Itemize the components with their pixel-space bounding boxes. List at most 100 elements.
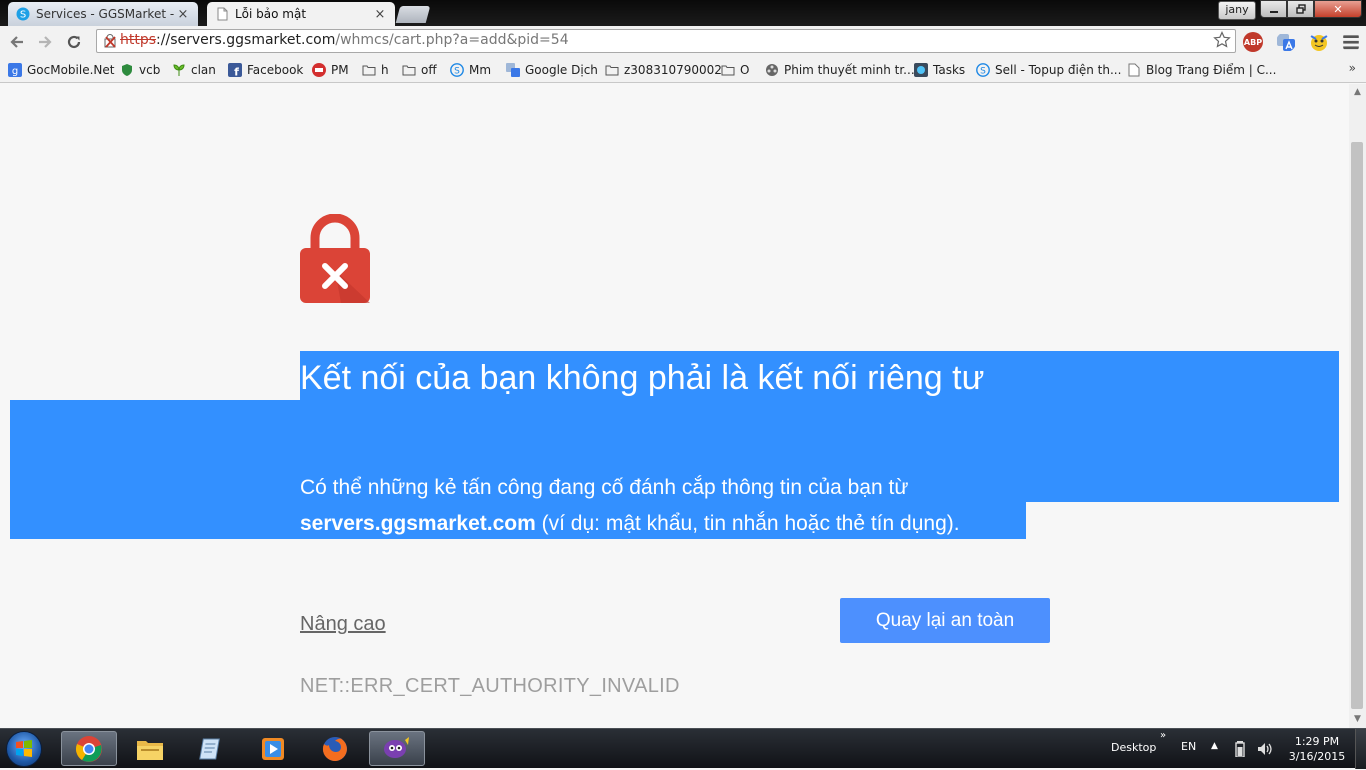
error-code: NET::ERR_CERT_AUTHORITY_INVALID: [300, 675, 680, 697]
back-button[interactable]: [6, 31, 28, 53]
back-icon: [10, 36, 23, 48]
bookmark-label: Tasks: [933, 63, 966, 77]
close-window-button[interactable]: ✕: [1314, 0, 1362, 18]
adblock-icon[interactable]: ABP: [1243, 32, 1263, 52]
folder-icon: [362, 63, 376, 77]
back-to-safety-button[interactable]: Quay lại an toàn: [840, 598, 1050, 643]
taskbar-explorer-button[interactable]: [122, 731, 178, 766]
translate-icon[interactable]: [1276, 32, 1296, 52]
bookmark-label: Google Dịch: [525, 63, 598, 77]
firefox-icon: [322, 736, 347, 761]
tasks-icon: [914, 63, 928, 77]
menu-icon[interactable]: [1341, 32, 1361, 52]
bookmark-label: h: [381, 63, 389, 77]
bookmark-gocmobile[interactable]: g GocMobile.Net: [8, 61, 114, 79]
bookmarks-overflow-icon[interactable]: »: [1349, 61, 1356, 75]
scroll-up-arrow-icon[interactable]: ▲: [1349, 84, 1366, 101]
bookmark-label: vcb: [139, 63, 161, 77]
bookmark-label: Facebook: [247, 63, 304, 77]
reload-icon: [67, 35, 81, 49]
maximize-button[interactable]: [1287, 0, 1314, 18]
language-indicator[interactable]: EN: [1181, 740, 1196, 753]
desktop-toolbar-label[interactable]: Desktop: [1111, 741, 1156, 754]
notepad-icon: [199, 738, 220, 759]
url-scheme: https: [120, 32, 157, 48]
broken-lock-icon: [300, 214, 370, 303]
bookmark-folder-o[interactable]: O: [721, 61, 749, 79]
description-host: servers.ggsmarket.com: [300, 512, 536, 535]
bookmark-star-icon[interactable]: [1213, 31, 1231, 49]
show-desktop-button[interactable]: [1355, 729, 1366, 769]
tab-services-ggsmarket[interactable]: S Services - GGSMarket - Vi ×: [8, 2, 198, 26]
page-scrollbar[interactable]: ▲ ▼: [1349, 84, 1366, 728]
bookmark-label: O: [740, 63, 750, 77]
bookmark-phim-thuyet-minh[interactable]: Phim thuyết minh tr...: [765, 61, 915, 79]
bookmark-blog-trang-diem[interactable]: Blog Trang Điểm | C...: [1127, 61, 1276, 79]
taskbar-notepad-button[interactable]: [184, 731, 240, 766]
tab-close-icon[interactable]: ×: [176, 7, 190, 22]
tray-expand-icon[interactable]: ▲: [1211, 741, 1218, 751]
bookmark-folder-z308310790002[interactable]: z308310790002: [605, 61, 722, 79]
bookmark-folder-off[interactable]: off: [402, 61, 437, 79]
tab-close-icon[interactable]: ×: [373, 7, 387, 22]
taskbar-media-button[interactable]: [245, 731, 301, 766]
taskbar-chrome-button[interactable]: [61, 731, 117, 766]
folder-icon: [605, 63, 619, 77]
windows-taskbar: Desktop » EN ▲ 1:29 PM 3/16/2015: [0, 728, 1366, 769]
bookmark-folder-h[interactable]: h: [362, 61, 389, 79]
extension-icon[interactable]: [1309, 32, 1329, 52]
leaf-icon: [172, 63, 186, 77]
bookmark-google-dich[interactable]: Google Dịch: [506, 61, 598, 79]
bookmark-label: Mm: [469, 63, 492, 77]
forward-button[interactable]: [34, 31, 56, 53]
restore-icon: [1295, 4, 1306, 14]
windows-logo-icon: [16, 740, 32, 757]
bookmark-label: Sell - Topup điện th...: [995, 63, 1122, 77]
advanced-link[interactable]: Nâng cao: [300, 613, 386, 636]
folder-icon: [402, 63, 416, 77]
address-bar[interactable]: https://servers.ggsmarket.com/whmcs/cart…: [96, 29, 1236, 53]
url-host: ://servers.ggsmarket.com: [156, 32, 336, 48]
bookmark-clan[interactable]: clan: [172, 61, 216, 79]
tab-label: Lỗi bảo mật: [235, 7, 307, 21]
system-clock[interactable]: 1:29 PM 3/16/2015: [1286, 734, 1348, 764]
bookmark-label: off: [421, 63, 437, 77]
reload-button[interactable]: [63, 31, 85, 53]
svg-text:g: g: [12, 66, 18, 77]
bookmark-vcb[interactable]: vcb: [120, 61, 160, 79]
taskbar-messenger-button[interactable]: [369, 731, 425, 766]
bookmark-facebook[interactable]: f Facebook: [228, 61, 303, 79]
scrollbar-thumb[interactable]: [1351, 142, 1363, 709]
url-text: https://servers.ggsmarket.com/whmcs/cart…: [120, 32, 569, 48]
scroll-down-arrow-icon[interactable]: ▼: [1349, 711, 1366, 728]
tab-security-error[interactable]: Lỗi bảo mật ×: [207, 2, 395, 26]
toolbar-expand-icon[interactable]: »: [1160, 730, 1166, 741]
bookmarks-bar: g GocMobile.Net vcb clan f Facebook PM h…: [0, 58, 1366, 83]
folder-icon: [721, 63, 735, 77]
bookmark-mm[interactable]: S Mm: [450, 61, 491, 79]
translate-icon: [506, 63, 520, 77]
bookmark-sell-topup[interactable]: S Sell - Topup điện th...: [976, 61, 1121, 79]
profile-badge[interactable]: jany: [1218, 1, 1256, 20]
adblock-label: ABP: [1243, 37, 1263, 47]
shield-icon: [120, 63, 134, 77]
battery-icon[interactable]: [1235, 741, 1245, 757]
clock-time: 1:29 PM: [1294, 735, 1340, 748]
volume-icon[interactable]: [1257, 741, 1273, 757]
google-icon: g: [8, 63, 22, 77]
skype-icon: S: [16, 7, 30, 21]
taskbar-firefox-button[interactable]: [307, 731, 363, 766]
bookmark-label: clan: [191, 63, 216, 77]
new-tab-button[interactable]: [395, 6, 431, 23]
bookmark-tasks[interactable]: Tasks: [914, 61, 965, 79]
bookmark-label: Blog Trang Điểm | C...: [1146, 63, 1277, 77]
page-icon: [1127, 63, 1141, 77]
bookmark-label: PM: [331, 63, 349, 77]
skype-icon: S: [976, 63, 990, 77]
tab-label: Services - GGSMarket - Vi: [36, 7, 176, 21]
minimize-button[interactable]: [1260, 0, 1287, 18]
bookmark-pm[interactable]: PM: [312, 61, 349, 79]
browser-title-bar: S Services - GGSMarket - Vi × Lỗi bảo mậ…: [0, 0, 1366, 26]
start-button[interactable]: [6, 731, 42, 767]
minimize-icon: [1269, 11, 1278, 13]
